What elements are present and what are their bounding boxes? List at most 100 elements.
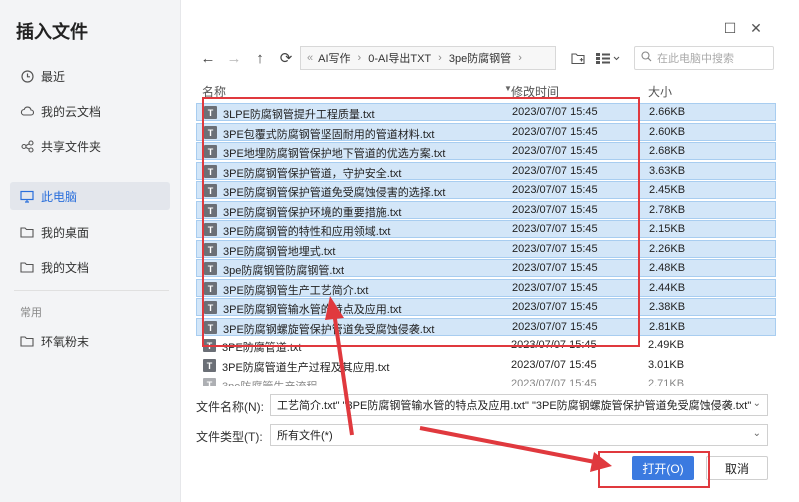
- column-date[interactable]: 修改时间: [511, 83, 559, 100]
- text-file-icon: T: [204, 165, 217, 178]
- file-row[interactable]: T 3PE防腐钢管保护管道，守护安全.txt 2023/07/07 15:45 3.6…: [196, 162, 776, 180]
- column-name[interactable]: 名称: [202, 83, 226, 100]
- main-panel: ☐ ✕ ← → ↑ ⟳ « AI写作 › 0-AI导出TXT › 3pe防腐钢管…: [182, 0, 799, 502]
- breadcrumb-overflow[interactable]: «: [307, 52, 313, 64]
- file-size: 2.45KB: [649, 184, 686, 196]
- file-date: 2023/07/07 15:45: [512, 204, 598, 216]
- file-name: 3PE防腐钢管地埋式.txt: [223, 246, 336, 258]
- sidebar-item-shared-folder[interactable]: 共享文件夹: [10, 132, 170, 160]
- filename-value: 工艺简介.txt" "3PE防腐钢管输水管的特点及应用.txt" "3PE防腐钢…: [277, 400, 752, 412]
- up-button[interactable]: ↑: [248, 46, 272, 70]
- file-row[interactable]: T 3PE防腐钢管输水管的特点及应用.txt 2023/07/07 15:45 2.3…: [196, 298, 776, 316]
- file-row[interactable]: T 3PE防腐钢管生产工艺简介.txt 2023/07/07 15:45 2.44KB: [196, 279, 776, 297]
- sidebar-divider: [14, 290, 169, 291]
- sidebar-item-this-pc[interactable]: 此电脑: [10, 182, 170, 210]
- file-date: 2023/07/07 15:45: [512, 301, 598, 313]
- file-row[interactable]: T 3PE防腐管道生产过程及其应用.txt 2023/07/07 15:45 3.01…: [196, 357, 776, 375]
- file-size: 3.01KB: [648, 359, 685, 371]
- view-mode-icon[interactable]: [592, 46, 624, 70]
- file-size: 2.48KB: [649, 262, 686, 274]
- file-date: 2023/07/07 15:45: [512, 223, 598, 235]
- file-row[interactable]: T 3LPE防腐钢管提升工程质量.txt 2023/07/07 15:45 2.66K…: [196, 103, 776, 121]
- breadcrumb-item[interactable]: AI写作: [318, 50, 350, 66]
- text-file-icon: T: [204, 106, 217, 119]
- text-file-icon: T: [204, 184, 217, 197]
- breadcrumb[interactable]: « AI写作 › 0-AI导出TXT › 3pe防腐钢管 ›: [300, 46, 556, 70]
- filename-label: 文件名称(N):: [196, 400, 264, 414]
- file-row[interactable]: T 3pe防腐管生产流程... 2023/07/07 15:45 2.71KB: [196, 376, 776, 386]
- file-row[interactable]: T 3PE防腐钢管的特性和应用领域.txt 2023/07/07 15:45 2.15…: [196, 220, 776, 238]
- sidebar-item-label: 我的文档: [41, 260, 90, 275]
- new-folder-icon[interactable]: [566, 46, 590, 70]
- refresh-button[interactable]: ⟳: [274, 46, 298, 70]
- file-row[interactable]: T 3PE防腐钢螺旋管保护管道免受腐蚀侵袭.txt 2023/07/07 15:45…: [196, 318, 776, 336]
- text-file-icon: T: [204, 126, 217, 139]
- file-date: 2023/07/07 15:45: [512, 262, 598, 274]
- file-size: 2.68KB: [649, 145, 686, 157]
- chevron-down-icon[interactable]: ⌄: [753, 428, 761, 439]
- file-row[interactable]: T 3PE防腐钢管地埋式.txt 2023/07/07 15:45 2.26KB: [196, 240, 776, 258]
- cancel-button[interactable]: 取消: [706, 456, 768, 480]
- text-file-icon: T: [203, 378, 216, 386]
- open-button[interactable]: 打开(O): [632, 456, 694, 480]
- filetype-value: 所有文件(*): [277, 430, 333, 442]
- filename-field[interactable]: 工艺简介.txt" "3PE防腐钢管输水管的特点及应用.txt" "3PE防腐钢…: [270, 394, 768, 416]
- back-button[interactable]: ←: [196, 46, 220, 70]
- breadcrumb-item[interactable]: 3pe防腐钢管: [449, 50, 511, 66]
- file-name: 3PE防腐钢管输水管的特点及应用.txt: [223, 304, 402, 316]
- share-icon: [20, 139, 34, 153]
- breadcrumb-separator: ›: [357, 52, 362, 64]
- sidebar-item-label: 我的云文档: [41, 104, 102, 119]
- sidebar-item-label: 共享文件夹: [41, 139, 102, 154]
- column-header: 名称 ▼ 修改时间 大小: [196, 82, 776, 100]
- close-button[interactable]: ✕: [748, 20, 764, 36]
- text-file-icon: T: [203, 339, 216, 352]
- text-file-icon: T: [204, 243, 217, 256]
- file-name: 3PE防腐钢管保护管道免受腐蚀侵害的选择.txt: [223, 187, 446, 199]
- file-date: 2023/07/07 15:45: [511, 339, 597, 351]
- chevron-down-icon[interactable]: ⌄: [753, 398, 761, 409]
- file-date: 2023/07/07 15:45: [511, 359, 597, 371]
- file-row[interactable]: T 3PE防腐钢管保护管道免受腐蚀侵害的选择.txt 2023/07/07 15:4…: [196, 181, 776, 199]
- file-date: 2023/07/07 15:45: [512, 184, 598, 196]
- toolbar: ← → ↑ ⟳ « AI写作 › 0-AI导出TXT › 3pe防腐钢管 › 在…: [196, 46, 786, 70]
- file-name: 3PE防腐钢螺旋管保护管道免受腐蚀侵袭.txt: [223, 324, 435, 336]
- file-size: 2.81KB: [649, 321, 686, 333]
- file-size: 2.66KB: [649, 106, 686, 118]
- sidebar-item-epoxy-powder[interactable]: 环氧粉末: [10, 327, 170, 355]
- sidebar-item-recent[interactable]: 最近: [10, 62, 170, 90]
- breadcrumb-separator: ›: [518, 52, 522, 64]
- sidebar-item-cloud-docs[interactable]: 我的云文档: [10, 97, 170, 125]
- file-row[interactable]: T 3PE防腐钢管保护环境的重要措施.txt 2023/07/07 15:45 2.7…: [196, 201, 776, 219]
- file-row[interactable]: T 3PE防腐管道.txt 2023/07/07 15:45 2.49KB: [196, 337, 776, 355]
- file-size: 2.44KB: [649, 282, 686, 294]
- file-name: 3PE防腐钢管生产工艺简介.txt: [223, 285, 369, 297]
- file-date: 2023/07/07 15:45: [512, 126, 598, 138]
- sidebar-item-desktop[interactable]: 我的桌面: [10, 218, 170, 246]
- file-row[interactable]: T 3PE包覆式防腐钢管坚固耐用的管道材料.txt 2023/07/07 15:45…: [196, 123, 776, 141]
- file-row[interactable]: T 3PE地埋防腐钢管保护地下管道的优选方案.txt 2023/07/07 15:4…: [196, 142, 776, 160]
- file-name: 3PE防腐管道.txt: [222, 342, 302, 354]
- column-size[interactable]: 大小: [648, 83, 672, 100]
- sidebar-item-label: 我的桌面: [41, 225, 90, 240]
- search-input[interactable]: 在此电脑中搜索: [634, 46, 774, 70]
- file-size: 2.60KB: [649, 126, 686, 138]
- filetype-select[interactable]: 所有文件(*) ⌄: [270, 424, 768, 446]
- sidebar-item-documents[interactable]: 我的文档: [10, 253, 170, 281]
- folder-icon: [20, 225, 34, 239]
- monitor-icon: [20, 189, 34, 203]
- file-name: 3PE防腐钢管的特性和应用领域.txt: [223, 226, 391, 238]
- breadcrumb-item[interactable]: 0-AI导出TXT: [368, 50, 431, 66]
- sidebar-item-label: 最近: [41, 69, 66, 84]
- forward-button[interactable]: →: [222, 46, 246, 70]
- dialog-title: 插入文件: [16, 22, 88, 42]
- file-date: 2023/07/07 15:45: [511, 378, 597, 386]
- text-file-icon: T: [204, 145, 217, 158]
- file-name: 3PE防腐钢管保护环境的重要措施.txt: [223, 207, 402, 219]
- text-file-icon: T: [204, 204, 217, 217]
- file-date: 2023/07/07 15:45: [512, 282, 598, 294]
- file-size: 2.38KB: [649, 301, 686, 313]
- file-date: 2023/07/07 15:45: [512, 145, 598, 157]
- maximize-button[interactable]: ☐: [722, 20, 738, 36]
- file-row[interactable]: T 3pe防腐钢管防腐钢管.txt 2023/07/07 15:45 2.48KB: [196, 259, 776, 277]
